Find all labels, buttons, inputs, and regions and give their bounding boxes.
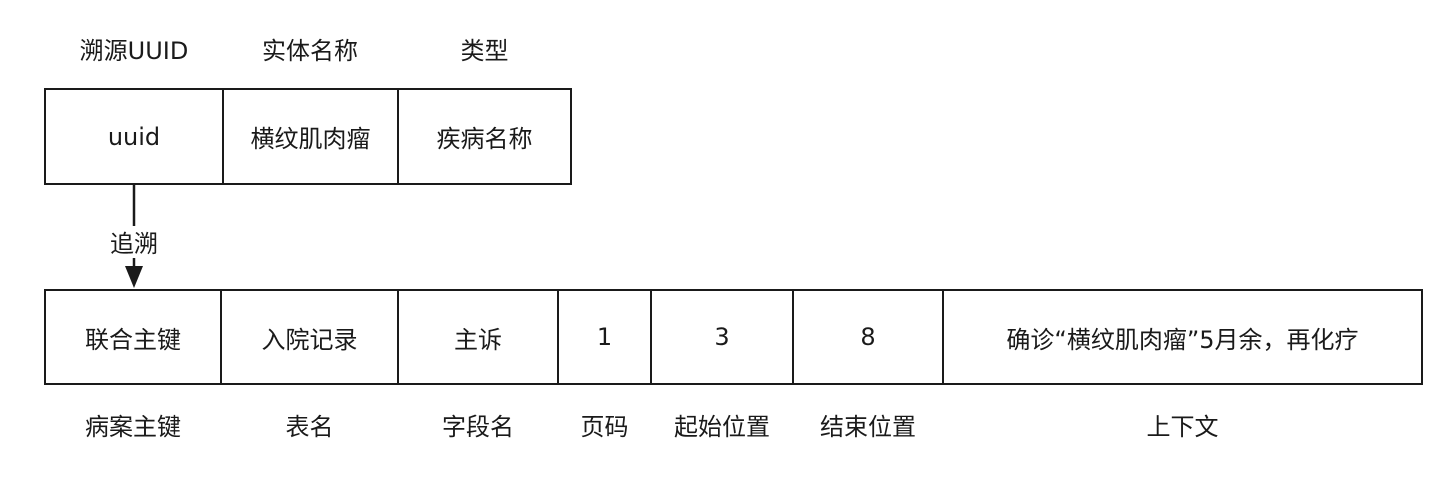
trace-label: 追溯 [110, 230, 158, 258]
target-cell-composite-key: 联合主键 [44, 289, 222, 385]
trace-arrowhead [125, 266, 143, 288]
target-cell-field-name: 主诉 [397, 289, 559, 385]
target-cell-end: 8 [792, 289, 944, 385]
target-footer-end: 结束位置 [820, 413, 916, 441]
target-cell-start: 3 [650, 289, 794, 385]
target-footer-start: 起始位置 [674, 413, 770, 441]
trace-arrow [125, 185, 143, 288]
target-footer-table-name: 表名 [285, 413, 334, 441]
target-cell-context: 确诊“横纹肌肉瘤”5月余，再化疗 [942, 289, 1423, 385]
target-footer-context: 上下文 [1146, 413, 1219, 441]
target-cell-page: 1 [557, 289, 652, 385]
target-footer-field-name: 字段名 [442, 413, 514, 441]
target-footer-page: 页码 [580, 413, 629, 441]
target-footer-case-key: 病案主键 [85, 413, 181, 441]
target-cell-table-name: 入院记录 [220, 289, 399, 385]
